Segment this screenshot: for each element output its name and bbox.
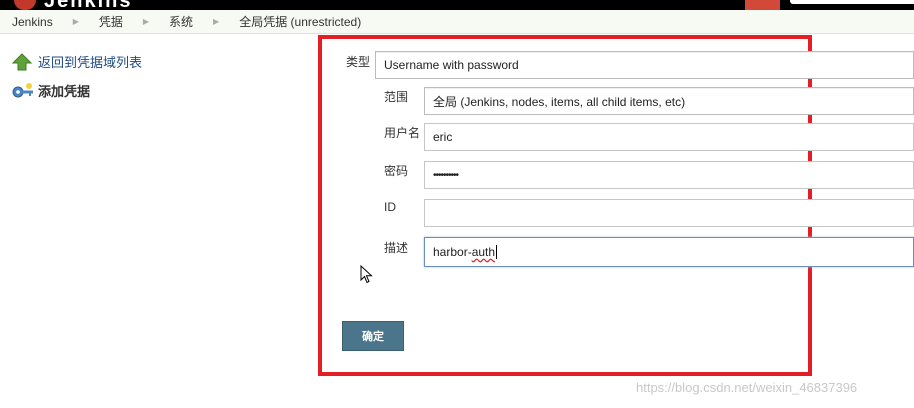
key-icon <box>12 82 33 100</box>
mouse-cursor-icon <box>360 265 373 284</box>
chevron-right-icon[interactable]: ▶ <box>135 17 157 26</box>
description-field[interactable]: harbor-auth <box>424 237 914 267</box>
password-value: •••••••••• <box>433 169 459 181</box>
chevron-right-icon[interactable]: ▶ <box>205 17 227 26</box>
breadcrumb-item-jenkins[interactable]: Jenkins <box>0 15 65 29</box>
password-label: 密码 <box>384 164 409 178</box>
text-caret <box>496 245 498 259</box>
up-arrow-icon <box>11 52 33 71</box>
breadcrumb-item-system[interactable]: 系统 <box>157 13 205 30</box>
username-field[interactable]: eric <box>424 123 914 151</box>
scope-select[interactable]: 全局 (Jenkins, nodes, items, all child ite… <box>424 87 914 115</box>
scope-label: 范围 <box>384 90 409 104</box>
sidebar-item-back[interactable]: 返回到凭据域列表 <box>11 52 142 71</box>
kind-select-value: Username with password <box>384 58 519 72</box>
sidebar-item-add-credentials[interactable]: 添加凭据 <box>12 81 90 100</box>
watermark: https://blog.csdn.net/weixin_46837396 <box>636 380 858 395</box>
kind-select[interactable]: Username with password <box>375 51 914 79</box>
scope-select-value: 全局 (Jenkins, nodes, items, all child ite… <box>433 94 686 109</box>
id-label: ID <box>384 200 396 214</box>
username-value: eric <box>433 130 453 144</box>
breadcrumb-item-global-credentials[interactable]: 全局凭据 (unrestricted) <box>227 13 373 30</box>
jenkins-logo-icon[interactable] <box>14 0 36 10</box>
sidebar-item-back-label[interactable]: 返回到凭据域列表 <box>38 52 142 71</box>
ok-button[interactable]: 确定 <box>342 321 404 351</box>
kind-label: 类型 <box>346 55 371 69</box>
description-value-prefix: harbor- <box>433 245 472 259</box>
sidebar-item-add-label[interactable]: 添加凭据 <box>38 81 90 100</box>
description-value-misspelled: auth <box>471 245 496 259</box>
id-field[interactable] <box>424 199 914 227</box>
chevron-right-icon[interactable]: ▶ <box>65 17 87 26</box>
breadcrumb: Jenkins ▶ 凭据 ▶ 系统 ▶ 全局凭据 (unrestricted) <box>0 10 914 34</box>
search-input[interactable] <box>790 0 914 4</box>
notification-badge[interactable] <box>745 0 780 10</box>
username-label: 用户名 <box>384 126 421 140</box>
breadcrumb-item-credentials[interactable]: 凭据 <box>87 13 135 30</box>
password-field[interactable]: •••••••••• <box>424 161 914 189</box>
description-label: 描述 <box>384 241 409 255</box>
top-header: Jenkins <box>0 0 914 12</box>
app-title[interactable]: Jenkins <box>44 0 132 12</box>
